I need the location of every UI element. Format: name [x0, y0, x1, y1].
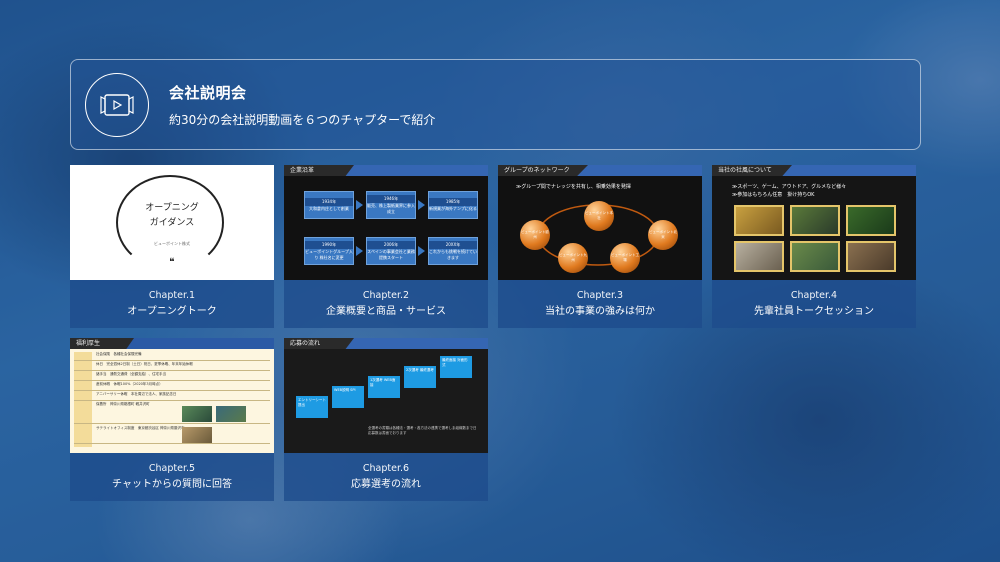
arrow-icon: [418, 246, 425, 256]
history-box: 1990年 ビューポイントグループ入り 株社名に変更: [304, 237, 354, 265]
chapter-thumbnail-4[interactable]: 当社の社風について ≫スポーツ、ゲーム、アウトドア、グルメなど様々 ≫参加はもち…: [712, 165, 916, 280]
network-node: ビューポイント工場: [610, 243, 640, 273]
network-node: ビューポイント九州: [558, 243, 588, 273]
chapter-title: 企業概要と商品・サービス: [326, 305, 446, 317]
arrow-icon: [418, 200, 425, 210]
flow-step: 2次選考 最終選考: [404, 366, 436, 388]
history-box: 1985年 新規業が海外ナンプに化る: [428, 191, 478, 219]
page-title: 会社説明会: [169, 83, 247, 102]
slide-tab-label: 企業沿革: [284, 165, 354, 176]
chapter-thumbnail-1[interactable]: オープニング ガイダンス ビューポイント株式 ❝: [70, 165, 274, 280]
slide-note: 全選考の書類は各種法・選考・各方法の連携で選考しま組織数まで日応募数は書面でおり…: [368, 426, 477, 435]
table-row: 産前休暇 休暇100%（2020年3月時点）: [74, 382, 270, 391]
chapter-card-6[interactable]: 応募の流れ エントリーシート提出 WEB説明 SPI 1次選考 WEB面接 2次…: [284, 338, 488, 501]
slide-tab-label: 福利厚生: [70, 338, 134, 349]
chapter-number: Chapter.6: [362, 463, 410, 475]
chapter-number: Chapter.2: [362, 290, 410, 302]
slide-line-2: ≫参加はもちろん任意 掛け持ちOK: [732, 192, 815, 198]
arrow-icon: [356, 246, 363, 256]
history-box: 1946年 販売、株上製紙業界に参入成立: [366, 191, 416, 219]
slide-tab-label: 応募の流れ: [284, 338, 354, 349]
chapter-number: Chapter.3: [576, 290, 624, 302]
network-node: ビューポイント本社: [584, 201, 614, 231]
chapter-title: 応募選考の流れ: [351, 478, 421, 490]
chapter-card-4[interactable]: 当社の社風について ≫スポーツ、ゲーム、アウトドア、グルメなど様々 ≫参加はもち…: [712, 165, 916, 328]
photo-image: [790, 205, 840, 236]
photo-image: [846, 241, 896, 272]
page-subtitle: 約30分の会社説明動画を６つのチャプターで紹介: [169, 112, 436, 127]
chapter-number: Chapter.1: [148, 290, 196, 302]
slide-title-line2: ガイダンス: [149, 218, 195, 228]
video-icon: [85, 72, 149, 137]
chapter-thumbnail-2[interactable]: 企業沿革 1934年 大和倉内庄として創業 1946年 販売、株上製紙業界に参入成立…: [284, 165, 488, 280]
slide-title-line1: オープニング: [145, 203, 199, 213]
quote-icon: ❝: [169, 257, 175, 268]
chapter-title: 先輩社員トークセッション: [754, 305, 874, 317]
chapter-number: Chapter.4: [790, 290, 838, 302]
network-node: ビューポイント北米: [648, 220, 678, 250]
flow-step: 最終面接 対面形式: [440, 356, 472, 378]
photo-image: [734, 241, 784, 272]
chapter-number: Chapter.5: [148, 463, 196, 475]
history-box: 2006年 スペインの事業会社と業務提携スタート: [366, 237, 416, 265]
chapter-card-5[interactable]: 福利厚生 社会保険 各種社会保険完備 休日 完全週休2日制（土日）祝日、夏季休暇…: [70, 338, 274, 501]
chapter-title: 当社の事業の強みは何か: [545, 305, 655, 317]
photo-image: [216, 406, 246, 422]
photo-image: [790, 241, 840, 272]
slide-tab-label: 当社の社風について: [712, 165, 792, 176]
table-row: 社会保険 各種社会保険完備: [74, 352, 270, 361]
slide-company: ビューポイント株式: [154, 241, 190, 246]
table-row: サテライトオフィス制度 東京都渋谷区 神奈川県藤沢市: [74, 426, 270, 444]
flow-step: WEB説明 SPI: [332, 386, 364, 408]
table-row: アニバーサリー休暇 本社周辺で法人、家族記念日: [74, 392, 270, 401]
photo-image: [734, 205, 784, 236]
photo-image: [182, 427, 212, 443]
table-row: 諸手当 通勤交通費（全額支給）、住宅手当: [74, 372, 270, 381]
chapter-card-3[interactable]: グループのネットワーク ≫グループ間でナレッジを共有し、相乗効果を発揮 ビューポ…: [498, 165, 702, 328]
chapter-title: チャットからの質問に回答: [112, 478, 232, 490]
flow-step: 1次選考 WEB面接: [368, 376, 400, 398]
slide-line-1: ≫スポーツ、ゲーム、アウトドア、グルメなど様々: [732, 184, 847, 190]
chapter-thumbnail-5[interactable]: 福利厚生 社会保険 各種社会保険完備 休日 完全週休2日制（土日）祝日、夏季休暇…: [70, 338, 274, 453]
table-row: 休日 完全週休2日制（土日）祝日、夏季休暇、年末年始休暇: [74, 362, 270, 371]
chapter-grid: オープニング ガイダンス ビューポイント株式 ❝ Chapter.1 オープニン…: [70, 165, 916, 501]
arrow-icon: [356, 200, 363, 210]
chapter-thumbnail-3[interactable]: グループのネットワーク ≫グループ間でナレッジを共有し、相乗効果を発揮 ビューポ…: [498, 165, 702, 280]
chapter-title: オープニングトーク: [127, 305, 217, 317]
seminar-header: 会社説明会 約30分の会社説明動画を６つのチャプターで紹介: [70, 59, 921, 150]
network-node: ビューポイント欧州: [520, 220, 550, 250]
chapter-thumbnail-6[interactable]: 応募の流れ エントリーシート提出 WEB説明 SPI 1次選考 WEB面接 2次…: [284, 338, 488, 453]
chapter-card-2[interactable]: 企業沿革 1934年 大和倉内庄として創業 1946年 販売、株上製紙業界に参入成立…: [284, 165, 488, 328]
history-box: 20XX年 これからも挑戦を続けていきます: [428, 237, 478, 265]
photo-image: [846, 205, 896, 236]
history-box: 1934年 大和倉内庄として創業: [304, 191, 354, 219]
photo-image: [182, 406, 212, 422]
chapter-card-1[interactable]: オープニング ガイダンス ビューポイント株式 ❝ Chapter.1 オープニン…: [70, 165, 274, 328]
flow-step: エントリーシート提出: [296, 396, 328, 418]
